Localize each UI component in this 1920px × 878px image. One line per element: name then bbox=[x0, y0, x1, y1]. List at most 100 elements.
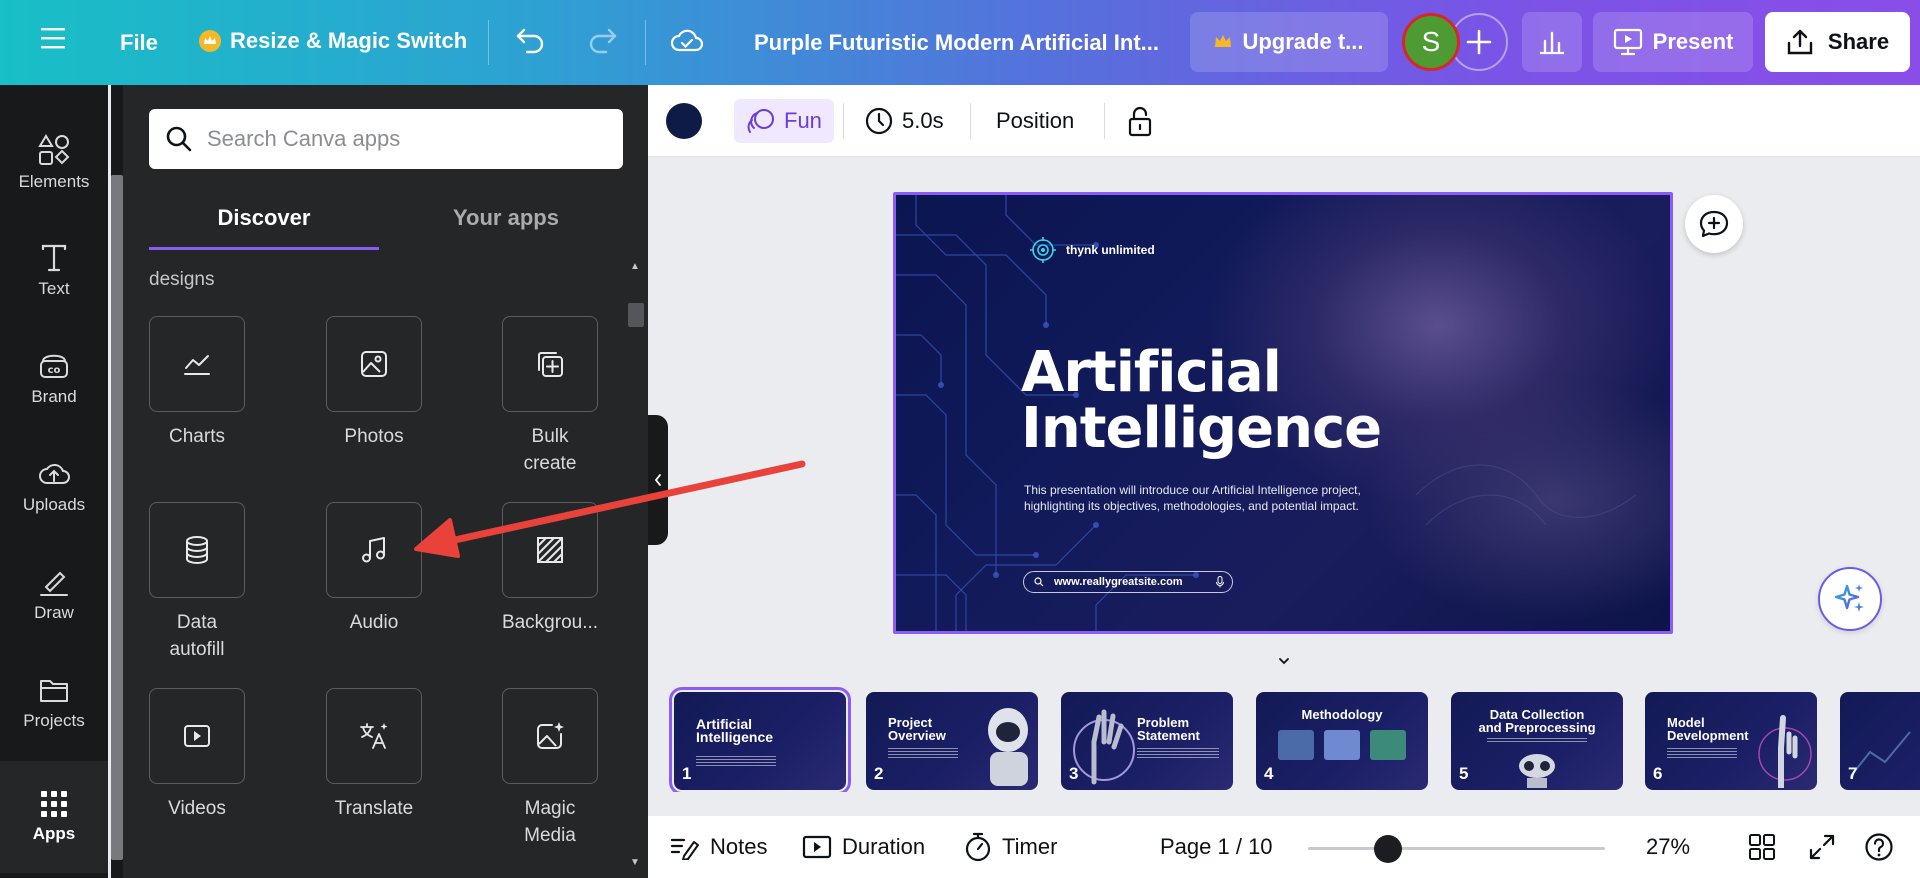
avatar[interactable]: S bbox=[1402, 13, 1460, 71]
undo-icon[interactable] bbox=[515, 26, 547, 54]
app-label: Translate bbox=[334, 798, 414, 819]
rail-item-uploads[interactable]: Uploads bbox=[0, 437, 108, 537]
scrollbar-thumb[interactable] bbox=[111, 175, 123, 860]
lock-button[interactable] bbox=[1126, 99, 1154, 143]
rail-item-apps[interactable]: Apps bbox=[0, 761, 108, 873]
resize-magic-switch-button[interactable]: Resize & Magic Switch bbox=[198, 28, 467, 54]
elements-shapes-icon bbox=[38, 134, 70, 165]
rail-label: Apps bbox=[32, 824, 76, 843]
duration-button[interactable]: 5.0s bbox=[864, 99, 944, 143]
database-icon bbox=[186, 536, 208, 565]
crown-icon bbox=[1214, 29, 1232, 55]
rail-item-elements[interactable]: Elements bbox=[0, 113, 108, 213]
zoom-slider-handle[interactable] bbox=[1374, 835, 1402, 863]
page-thumbnail[interactable]: Data Collection and Preprocessing 5 bbox=[1451, 692, 1623, 790]
rail-item-projects[interactable]: Projects bbox=[0, 653, 108, 753]
rail-item-text[interactable]: Text bbox=[0, 221, 108, 321]
translate-icon bbox=[360, 723, 388, 749]
thumbnail-title: Model Development bbox=[1667, 715, 1749, 743]
zoom-level[interactable]: 27% bbox=[1646, 830, 1690, 864]
collapse-panel-handle[interactable] bbox=[648, 415, 668, 545]
share-upload-icon bbox=[1787, 29, 1813, 55]
divider bbox=[843, 103, 844, 139]
present-button[interactable]: Present bbox=[1593, 12, 1753, 72]
page-thumbnail[interactable]: Problem Statement 3 bbox=[1061, 692, 1233, 790]
slide-url: www.reallygreatsite.com bbox=[1054, 576, 1183, 588]
slide-title-line: Artificial bbox=[1021, 340, 1282, 405]
page-indicator[interactable]: Page 1 / 10 bbox=[1160, 830, 1273, 864]
grid-view-icon bbox=[1749, 834, 1775, 860]
upgrade-button[interactable]: Upgrade t... bbox=[1190, 12, 1388, 72]
insights-button[interactable] bbox=[1522, 12, 1582, 72]
thumbnail-number: 1 bbox=[682, 764, 692, 783]
notes-button[interactable]: Notes bbox=[670, 830, 767, 864]
app-tile-charts[interactable] bbox=[149, 316, 245, 412]
zoom-slider-track[interactable] bbox=[1308, 847, 1605, 850]
crown-icon bbox=[198, 29, 222, 53]
cloud-saved-icon[interactable] bbox=[670, 26, 704, 54]
app-label: Videos bbox=[168, 798, 226, 819]
thumbnail-number: 3 bbox=[1069, 764, 1079, 783]
thumbnail-text-lines bbox=[696, 756, 776, 766]
app-tile-photos[interactable] bbox=[326, 316, 422, 412]
slide-canvas[interactable]: thynk unlimited Artificial Intelligence … bbox=[893, 192, 1673, 634]
page-thumbnail[interactable]: Methodology 4 bbox=[1256, 692, 1428, 790]
help-question-icon bbox=[1865, 833, 1893, 861]
app-tile-audio[interactable] bbox=[326, 502, 422, 598]
rail-scrollbar[interactable] bbox=[111, 85, 123, 878]
grid-view-button[interactable] bbox=[1748, 830, 1776, 864]
scrollbar-thumb[interactable] bbox=[628, 303, 644, 327]
thumbnail-text-lines bbox=[1137, 748, 1219, 758]
brand-logo-icon bbox=[1030, 237, 1056, 263]
tab-your-apps[interactable]: Your apps bbox=[391, 205, 621, 255]
magic-media-icon bbox=[537, 722, 564, 749]
app-tile-videos[interactable] bbox=[149, 688, 245, 784]
page-thumbnail[interactable]: Model Development 6 bbox=[1645, 692, 1817, 790]
thumbnail-title: Data Collection and Preprocessing bbox=[1478, 707, 1596, 735]
timer-button[interactable]: Timer bbox=[964, 830, 1057, 864]
share-button[interactable]: Share bbox=[1765, 12, 1910, 72]
file-menu[interactable]: File bbox=[120, 30, 158, 56]
duration-toggle-label: Duration bbox=[842, 834, 926, 859]
hamburger-menu-icon[interactable] bbox=[40, 26, 66, 50]
thumbnail-image bbox=[1370, 730, 1406, 760]
page-thumbnail[interactable]: Artificial Intelligence 1 bbox=[669, 687, 851, 792]
animation-fun-button[interactable]: Fun bbox=[734, 99, 834, 143]
search-input[interactable] bbox=[207, 126, 607, 152]
magic-assistant-button[interactable] bbox=[1818, 567, 1882, 631]
search-box[interactable] bbox=[149, 109, 623, 169]
app-tile-translate[interactable] bbox=[326, 688, 422, 784]
fullscreen-button[interactable] bbox=[1808, 830, 1836, 864]
sparkle-icon bbox=[1834, 584, 1864, 612]
app-tile-data-autofill[interactable] bbox=[149, 502, 245, 598]
panel-scrollbar[interactable]: ▲ ▼ bbox=[624, 85, 648, 878]
rail-item-brand[interactable]: co Brand bbox=[0, 329, 108, 429]
app-tile-magic-media[interactable] bbox=[502, 688, 598, 784]
app-tile-bulk-create[interactable] bbox=[502, 316, 598, 412]
color-swatch-button[interactable] bbox=[666, 99, 702, 143]
rail-label: Elements bbox=[18, 172, 90, 191]
upload-cloud-icon bbox=[39, 464, 70, 484]
animation-icon bbox=[747, 109, 774, 133]
app-label: Data autofill bbox=[169, 612, 225, 660]
scroll-up-icon[interactable]: ▲ bbox=[630, 261, 640, 272]
design-title[interactable]: Purple Futuristic Modern Artificial Int.… bbox=[754, 30, 1159, 56]
microphone-icon bbox=[1216, 576, 1224, 588]
help-button[interactable] bbox=[1864, 830, 1894, 864]
search-icon bbox=[166, 126, 192, 152]
scroll-down-icon[interactable]: ▼ bbox=[630, 857, 640, 868]
add-comment-button[interactable] bbox=[1685, 195, 1743, 253]
slide-brand-name: thynk unlimited bbox=[1066, 243, 1155, 257]
rail-item-draw[interactable]: Draw bbox=[0, 545, 108, 645]
photo-icon bbox=[361, 351, 387, 377]
redo-icon[interactable] bbox=[586, 26, 618, 54]
app-label: Magic Media bbox=[524, 798, 576, 846]
hide-pages-toggle[interactable] bbox=[1232, 650, 1336, 672]
duration-toggle-button[interactable]: Duration bbox=[802, 830, 925, 864]
comment-plus-icon bbox=[1699, 210, 1729, 238]
robot-hand-image bbox=[1758, 715, 1812, 788]
app-tile-backgrounds[interactable] bbox=[502, 502, 598, 598]
page-thumbnail[interactable]: 7 bbox=[1840, 692, 1920, 790]
position-button[interactable]: Position bbox=[996, 99, 1074, 143]
page-thumbnail[interactable]: Project Overview 2 bbox=[866, 692, 1038, 790]
